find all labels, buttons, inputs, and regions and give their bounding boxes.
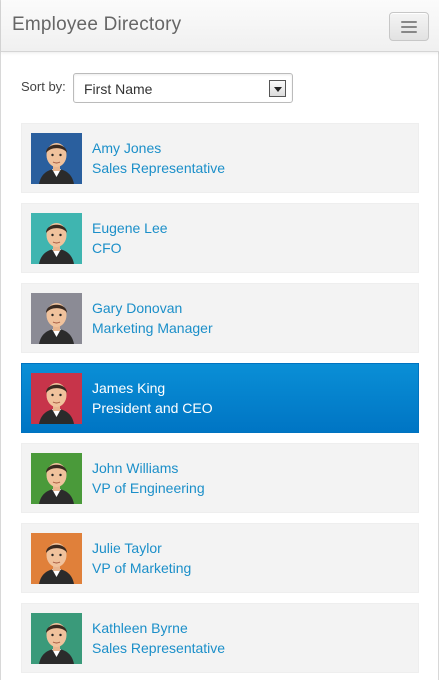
employee-list-item[interactable]: Gary Donovan Marketing Manager [21,283,419,353]
navbar: Employee Directory [1,0,439,52]
app-title: Employee Directory [12,14,182,35]
sort-select[interactable]: First Name [73,73,293,103]
employee-title: President and CEO [92,400,213,416]
avatar [31,453,82,504]
avatar [31,613,82,664]
sort-label: Sort by: [21,79,66,94]
employee-list: Amy Jones Sales Representative Eugene Lee C… [21,123,419,680]
employee-list-item[interactable]: James King President and CEO [21,363,419,433]
employee-title: Sales Representative [92,640,226,656]
employee-list-item[interactable]: John Williams VP of Engineering [21,443,419,513]
employee-name: Julie Taylor [92,540,162,556]
employee-name: James King [92,380,166,396]
employee-title: VP of Engineering [92,480,205,496]
app-frame: Employee Directory Sort by: First Name A… [0,0,439,680]
employee-name: Amy Jones [92,140,162,156]
employee-name: Gary Donovan [92,300,183,316]
avatar [31,373,82,424]
employee-title: CFO [92,240,122,256]
sort-selected-value: First Name [84,81,153,97]
chevron-down-icon[interactable] [269,80,286,97]
avatar [31,533,82,584]
employee-title: Marketing Manager [92,320,213,336]
employee-name: Eugene Lee [92,220,168,236]
employee-list-item[interactable]: Kathleen Byrne Sales Representative [21,603,419,673]
avatar [31,293,82,344]
employee-list-item[interactable]: Amy Jones Sales Representative [21,123,419,193]
employee-name: Kathleen Byrne [92,620,188,636]
employee-list-item[interactable]: Eugene Lee CFO [21,203,419,273]
employee-title: Sales Representative [92,160,226,176]
menu-button[interactable] [389,12,429,41]
employee-list-item[interactable]: Julie Taylor VP of Marketing [21,523,419,593]
employee-name: John Williams [92,460,179,476]
avatar [31,213,82,264]
employee-title: VP of Marketing [92,560,192,576]
avatar [31,133,82,184]
